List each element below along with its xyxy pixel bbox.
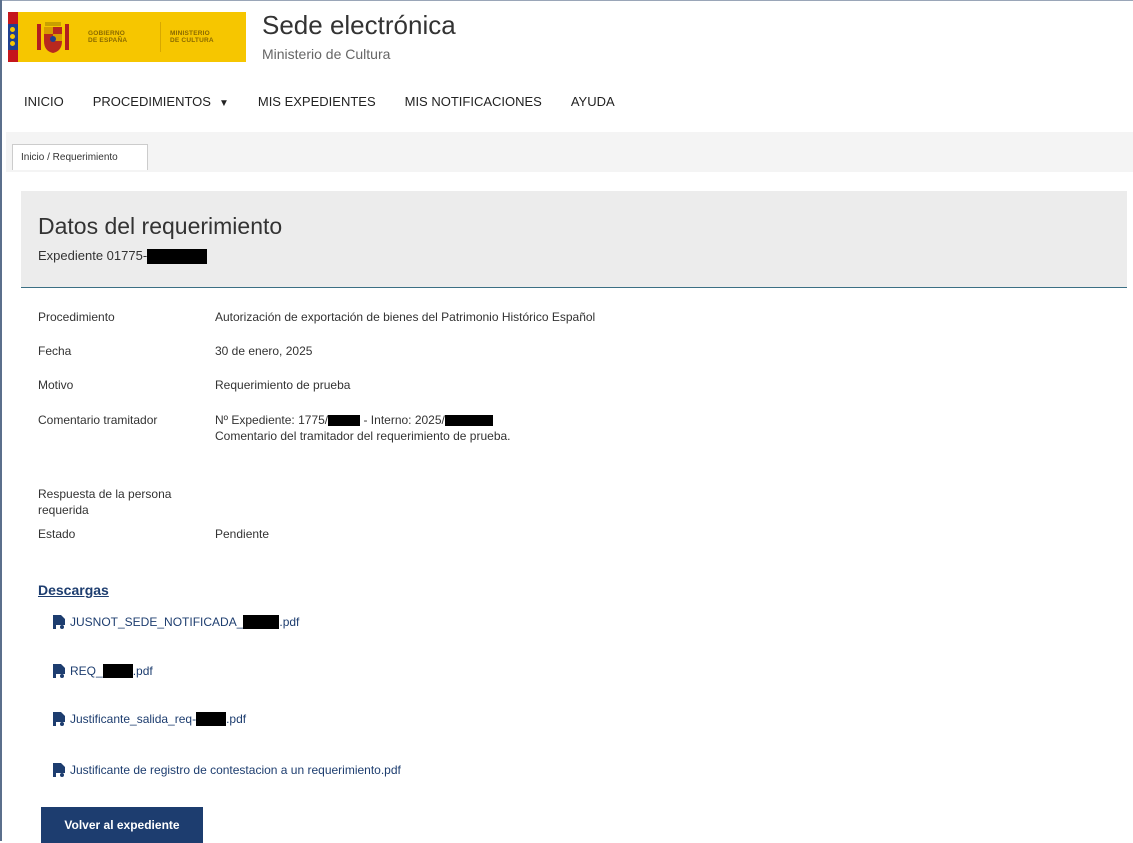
comentario-line-1: Nº Expediente: 1775/ - Interno: 2025/ bbox=[215, 412, 511, 428]
nav-procedimientos-label: PROCEDIMIENTOS bbox=[92, 94, 211, 109]
breadcrumb-bar: Inicio / Requerimiento bbox=[6, 132, 1133, 172]
download-link[interactable]: REQ_ .pdf bbox=[52, 663, 153, 679]
expediente-prefix: Expediente 01775- bbox=[38, 248, 148, 263]
window-top-border bbox=[0, 0, 1133, 1]
download-link[interactable]: Justificante_salida_req- .pdf bbox=[52, 711, 246, 727]
government-logo[interactable]: GOBIERNO DE ESPAÑA MINISTERIO DE CULTURA bbox=[8, 12, 246, 62]
download-filename: Justificante de registro de contestacion… bbox=[70, 763, 401, 777]
nav-mis-notificaciones-label: MIS NOTIFICACIONES bbox=[404, 94, 542, 109]
downloads-title: Descargas bbox=[38, 582, 109, 598]
pdf-file-icon bbox=[53, 664, 65, 678]
estado-value: Pendiente bbox=[215, 527, 270, 541]
nav-mis-notificaciones[interactable]: MIS NOTIFICACIONES bbox=[405, 94, 542, 114]
nav-ayuda[interactable]: AYUDA bbox=[571, 94, 615, 114]
redacted-block bbox=[102, 664, 133, 678]
procedimiento-value: Autorización de exportación de bienes de… bbox=[215, 310, 596, 324]
download-extension: .pdf bbox=[226, 712, 247, 726]
procedimiento-label: Procedimiento bbox=[38, 310, 115, 324]
site-subtitle: Ministerio de Cultura bbox=[262, 46, 391, 62]
redacted-block bbox=[196, 712, 227, 726]
download-link[interactable]: JUSNOT_SEDE_NOTIFICADA_ .pdf bbox=[52, 614, 299, 630]
page-title: Datos del requerimiento bbox=[38, 213, 283, 239]
redacted-block bbox=[243, 615, 280, 629]
nav-procedimientos[interactable]: PROCEDIMIENTOS ▼ bbox=[93, 94, 229, 114]
nav-inicio-label: INICIO bbox=[24, 94, 64, 109]
pdf-file-icon bbox=[53, 615, 65, 629]
download-filename: Justificante_salida_req- bbox=[70, 712, 197, 726]
expediente-number: Expediente 01775- bbox=[38, 248, 208, 265]
window-left-border bbox=[0, 0, 2, 841]
page-header-panel: Datos del requerimiento Expediente 01775… bbox=[21, 191, 1127, 288]
logo-text-gobierno: GOBIERNO DE ESPAÑA bbox=[88, 30, 128, 44]
logo-text-ministerio: MINISTERIO DE CULTURA bbox=[170, 30, 214, 44]
motivo-value: Requerimiento de prueba bbox=[215, 378, 351, 392]
main-nav: INICIO PROCEDIMIENTOS ▼ MIS EXPEDIENTES M… bbox=[24, 94, 644, 114]
download-link[interactable]: Justificante de registro de contestacion… bbox=[52, 762, 401, 778]
logo-separator bbox=[160, 22, 161, 52]
comentario-value: Nº Expediente: 1775/ - Interno: 2025/ Co… bbox=[215, 412, 511, 444]
comentario-line-2: Comentario del tramitador del requerimie… bbox=[215, 429, 511, 443]
fecha-label: Fecha bbox=[38, 344, 72, 358]
pdf-file-icon bbox=[53, 712, 65, 726]
nav-inicio[interactable]: INICIO bbox=[24, 94, 64, 114]
comentario-label: Comentario tramitador bbox=[38, 413, 158, 427]
nav-mis-expedientes[interactable]: MIS EXPEDIENTES bbox=[258, 94, 376, 114]
breadcrumb[interactable]: Inicio / Requerimiento bbox=[12, 144, 148, 170]
pdf-file-icon bbox=[53, 763, 65, 777]
respuesta-label: Respuesta de la persona requerida bbox=[38, 487, 172, 517]
download-extension: .pdf bbox=[279, 615, 300, 629]
estado-label: Estado bbox=[38, 527, 76, 541]
redacted-block bbox=[444, 415, 493, 427]
fecha-value: 30 de enero, 2025 bbox=[215, 344, 313, 358]
nav-ayuda-label: AYUDA bbox=[570, 94, 615, 109]
download-filename: JUSNOT_SEDE_NOTIFICADA_ bbox=[70, 615, 244, 629]
redacted-block bbox=[328, 415, 361, 427]
comentario-interno-text: - Interno: 2025/ bbox=[360, 413, 445, 427]
motivo-label: Motivo bbox=[38, 378, 74, 392]
coat-of-arms-icon bbox=[37, 22, 69, 53]
site-header: GOBIERNO DE ESPAÑA MINISTERIO DE CULTURA… bbox=[6, 2, 1133, 74]
nav-mis-expedientes-label: MIS EXPEDIENTES bbox=[257, 94, 376, 109]
redacted-block bbox=[147, 249, 208, 265]
download-extension: .pdf bbox=[132, 664, 153, 678]
download-filename: REQ_ bbox=[70, 664, 103, 678]
caret-down-icon: ▼ bbox=[218, 98, 229, 109]
volver-expediente-button[interactable]: Volver al expediente bbox=[41, 807, 203, 843]
comentario-expediente-text: Nº Expediente: 1775/ bbox=[215, 413, 329, 427]
site-title: Sede electrónica bbox=[262, 10, 456, 40]
